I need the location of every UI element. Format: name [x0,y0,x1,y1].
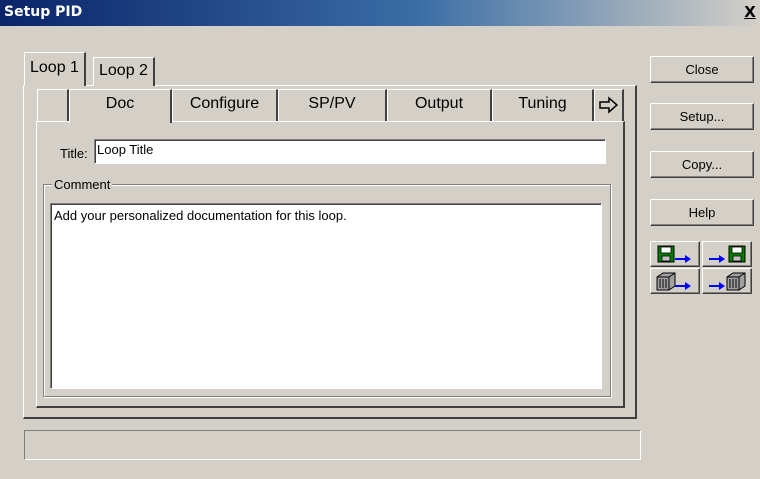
close-button-label: Close [685,62,719,77]
close-button[interactable]: Close [650,56,754,83]
title-label: Title: [60,146,88,161]
tab-blank[interactable] [37,89,69,121]
save-to-device-icon [656,272,691,291]
tab-output-label: Output [414,95,464,112]
tab-loop-2[interactable]: Loop 2 [93,57,155,86]
load-from-disk-button[interactable] [702,241,752,267]
tab-loop-2-label: Loop 2 [99,62,148,79]
right-arrow-icon [598,96,618,114]
load-from-disk-icon [709,245,746,263]
save-to-disk-icon [657,245,691,263]
tab-loop-1[interactable]: Loop 1 [24,52,86,86]
close-window-button[interactable]: X [742,3,758,21]
window-title: Setup PID [4,4,83,20]
setup-button[interactable]: Setup... [650,103,754,130]
tab-tuning[interactable]: Tuning [492,89,594,121]
tab-doc-label: Doc [105,95,135,112]
tab-sp-pv-label: SP/PV [308,95,356,112]
comment-textarea[interactable]: Add your personalized documentation for … [50,203,602,389]
help-button[interactable]: Help [650,199,754,226]
title-input-value: Loop Title [97,142,154,157]
tab-loop-1-label: Loop 1 [30,59,79,76]
tab-output[interactable]: Output [387,89,492,121]
tab-configure[interactable]: Configure [172,89,278,121]
tab-doc[interactable]: Doc [69,89,172,123]
status-bar [24,430,641,460]
comment-text: Add your personalized documentation for … [54,208,347,223]
tab-tuning-label: Tuning [518,95,567,112]
tab-sp-pv[interactable]: SP/PV [278,89,387,121]
help-button-label: Help [688,205,716,220]
copy-button[interactable]: Copy... [650,151,754,178]
load-from-device-icon [709,272,746,291]
title-bar: Setup PID X [0,0,760,26]
setup-pid-window: Setup PID X Loop 1 Loop 2 Doc Configure … [0,0,760,479]
setup-button-label: Setup... [679,109,725,124]
load-from-device-button[interactable] [702,268,752,294]
save-to-device-button[interactable] [650,268,700,294]
tab-configure-label: Configure [189,95,260,112]
section-tab-strip: Doc Configure SP/PV Output Tuning [37,89,624,123]
title-input[interactable]: Loop Title [94,139,606,164]
save-to-disk-button[interactable] [650,241,700,267]
tab-scroll-right-button[interactable] [594,89,624,121]
copy-button-label: Copy... [681,157,723,172]
close-icon: X [744,3,756,21]
comment-label: Comment [52,177,113,192]
